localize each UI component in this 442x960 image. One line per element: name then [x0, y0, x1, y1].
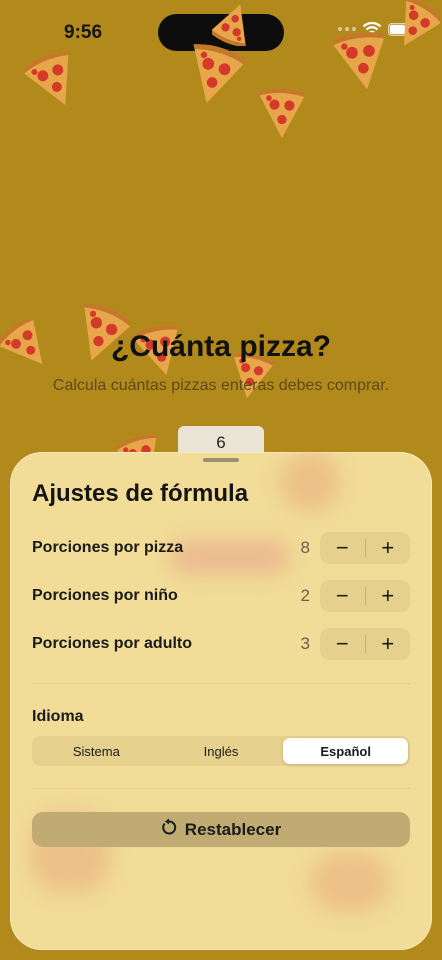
slices-per-pizza-stepper: − + — [320, 532, 410, 564]
pizza-slice-icon — [390, 0, 440, 50]
language-label: Idioma — [32, 708, 84, 725]
slices-per-pizza-row: Porciones por pizza 8 − + — [32, 532, 410, 564]
page-title: ¿Cuánta pizza? — [110, 330, 331, 363]
increment-button[interactable]: + — [366, 532, 411, 564]
pizza-slice-icon — [257, 88, 307, 139]
reset-arrow-icon — [161, 818, 177, 841]
status-time: 9:56 — [64, 22, 103, 43]
decrement-button[interactable]: − — [320, 628, 365, 660]
row-label: Porciones por niño — [32, 587, 178, 604]
slices-per-adult-row: Porciones por adulto 3 − + — [32, 628, 410, 660]
segment-system[interactable]: Sistema — [34, 738, 159, 764]
pizza-slice-icon — [182, 44, 244, 106]
blurred-background — [310, 852, 390, 912]
reset-button[interactable]: Restablecer — [32, 812, 410, 847]
reset-button-label: Restablecer — [184, 819, 282, 839]
slices-per-adult-stepper: − + — [320, 628, 410, 660]
formula-settings-sheet: Ajustes de fórmula Porciones por pizza 8… — [10, 452, 432, 950]
pizza-slice-icon — [212, 2, 256, 46]
slices-per-child-stepper: − + — [320, 580, 410, 612]
divider — [32, 683, 410, 684]
segment-spanish[interactable]: Español — [283, 738, 409, 764]
increment-button[interactable]: + — [366, 580, 411, 612]
sheet-title: Ajustes de fórmula — [32, 480, 249, 507]
language-segmented-control: Sistema Inglés Español — [32, 736, 410, 766]
pizza-slice-icon — [330, 30, 392, 92]
decrement-button[interactable]: − — [320, 532, 365, 564]
blurred-background — [280, 452, 340, 512]
divider — [32, 788, 410, 789]
row-value: 2 — [300, 586, 310, 605]
decrement-button[interactable]: − — [320, 580, 365, 612]
row-value: 3 — [300, 634, 310, 653]
row-label: Porciones por pizza — [32, 539, 184, 556]
slices-per-child-row: Porciones por niño 2 − + — [32, 580, 410, 612]
sheet-grabber[interactable] — [203, 458, 239, 462]
row-value: 8 — [300, 538, 310, 557]
pizza-slice-icon — [24, 52, 82, 110]
page-subtitle: Calcula cuántas pizzas enteras debes com… — [52, 377, 390, 394]
segment-english[interactable]: Inglés — [159, 738, 284, 764]
increment-button[interactable]: + — [366, 628, 411, 660]
row-label: Porciones por adulto — [32, 635, 193, 652]
